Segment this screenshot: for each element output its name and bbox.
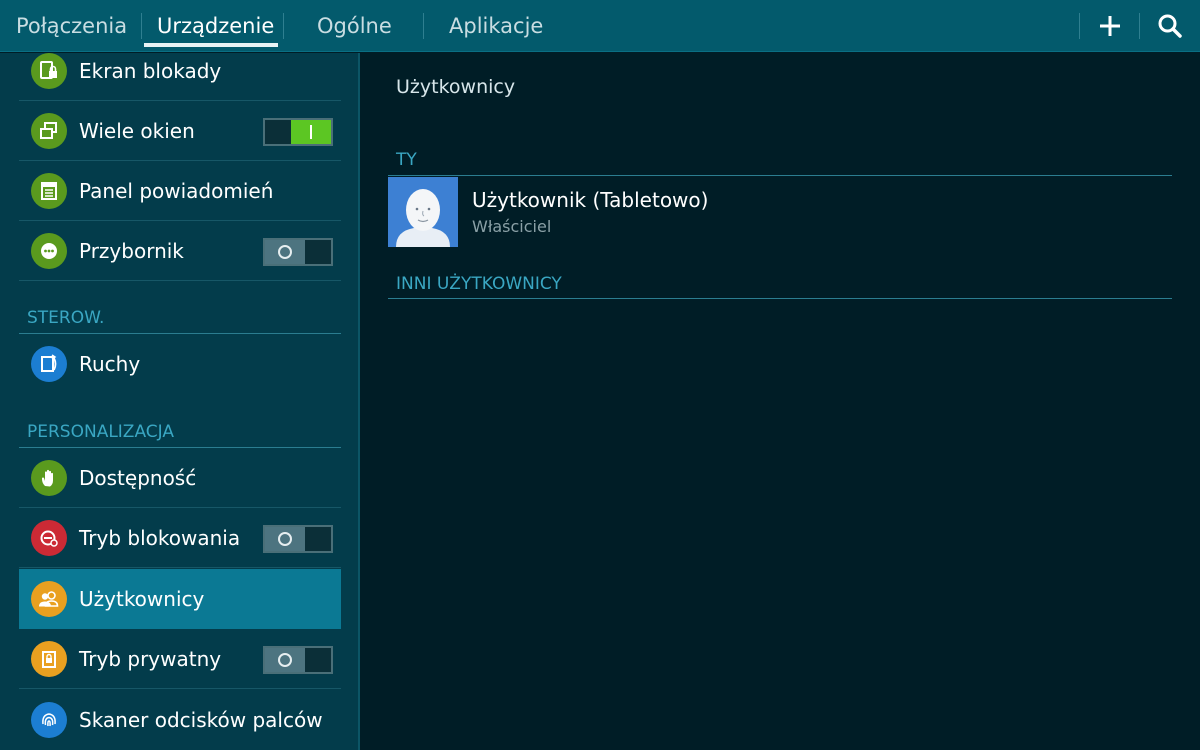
sidebar-item-label: Panel powiadomień [79,179,274,203]
private-mode-toggle[interactable] [263,646,333,674]
notification-panel-icon [31,173,67,209]
sidebar-divider [358,53,360,750]
section-header-sterow: STEROW. [27,308,105,328]
search-button[interactable] [1140,0,1200,52]
toggle-knob [265,527,305,551]
page-title: Użytkownicy [396,76,516,98]
toggle-knob [291,120,331,144]
sidebar-item-notification-panel[interactable]: Panel powiadomień [19,161,341,221]
tab-divider [141,13,142,39]
section-divider [388,298,1172,299]
add-button[interactable] [1080,0,1140,52]
hand-icon [31,460,67,496]
user-name[interactable]: Użytkownik (Tabletowo) [472,188,708,212]
sidebar-item-label: Ruchy [79,352,141,376]
tab-divider [423,13,424,39]
section-divider [388,175,1172,176]
multi-window-icon [31,113,67,149]
default-avatar-icon [388,177,458,247]
users-icon [31,581,67,617]
user-role: Właściciel [472,217,552,236]
sidebar-item-accessibility[interactable]: Dostępność [19,448,341,508]
sidebar-item-label: Tryb blokowania [79,526,241,550]
section-header-personalizacja: PERSONALIZACJA [27,422,174,442]
private-mode-icon [31,641,67,677]
sidebar-item-label: Skaner odcisków palców [79,708,323,732]
plus-icon [1100,16,1120,36]
sidebar-item-private-mode[interactable]: Tryb prywatny [19,629,341,689]
tab-divider [283,13,284,39]
search-icon [1158,14,1182,38]
sidebar-item-blocking-mode[interactable]: Tryb blokowania [19,508,341,568]
fingerprint-icon [31,702,67,738]
sidebar-item-label: Wiele okien [79,119,195,143]
sidebar-item-toolbox[interactable]: Przybornik [19,221,341,281]
blocking-mode-toggle[interactable] [263,525,333,553]
sidebar-item-fingerprint-scanner[interactable]: Skaner odcisków palców [19,690,341,750]
sidebar-item-label: Przybornik [79,239,184,263]
user-avatar[interactable] [388,177,458,247]
sidebar-item-users[interactable]: Użytkownicy [19,569,341,629]
toggle-knob [265,648,305,672]
sidebar-item-multi-window[interactable]: Wiele okien [19,101,341,161]
section-header-other-users: INNI UŻYTKOWNICY [396,274,562,294]
sidebar-item-label: Ekran blokady [79,59,222,83]
sidebar-item-label: Dostępność [79,466,197,490]
toggle-knob [265,240,305,264]
blocking-mode-icon [31,520,67,556]
toolbox-toggle[interactable] [263,238,333,266]
motion-icon [31,346,67,382]
sidebar-item-label: Użytkownicy [79,587,205,611]
toolbox-icon [31,233,67,269]
sidebar-item-lock-screen[interactable]: Ekran blokady [19,41,341,101]
multi-window-toggle[interactable] [263,118,333,146]
tab-aplikacje[interactable]: Aplikacje [449,0,543,52]
sidebar-item-label: Tryb prywatny [79,647,222,671]
sidebar-item-motions[interactable]: Ruchy [19,334,341,394]
section-header-you: TY [396,150,417,170]
lock-screen-icon [31,53,67,89]
